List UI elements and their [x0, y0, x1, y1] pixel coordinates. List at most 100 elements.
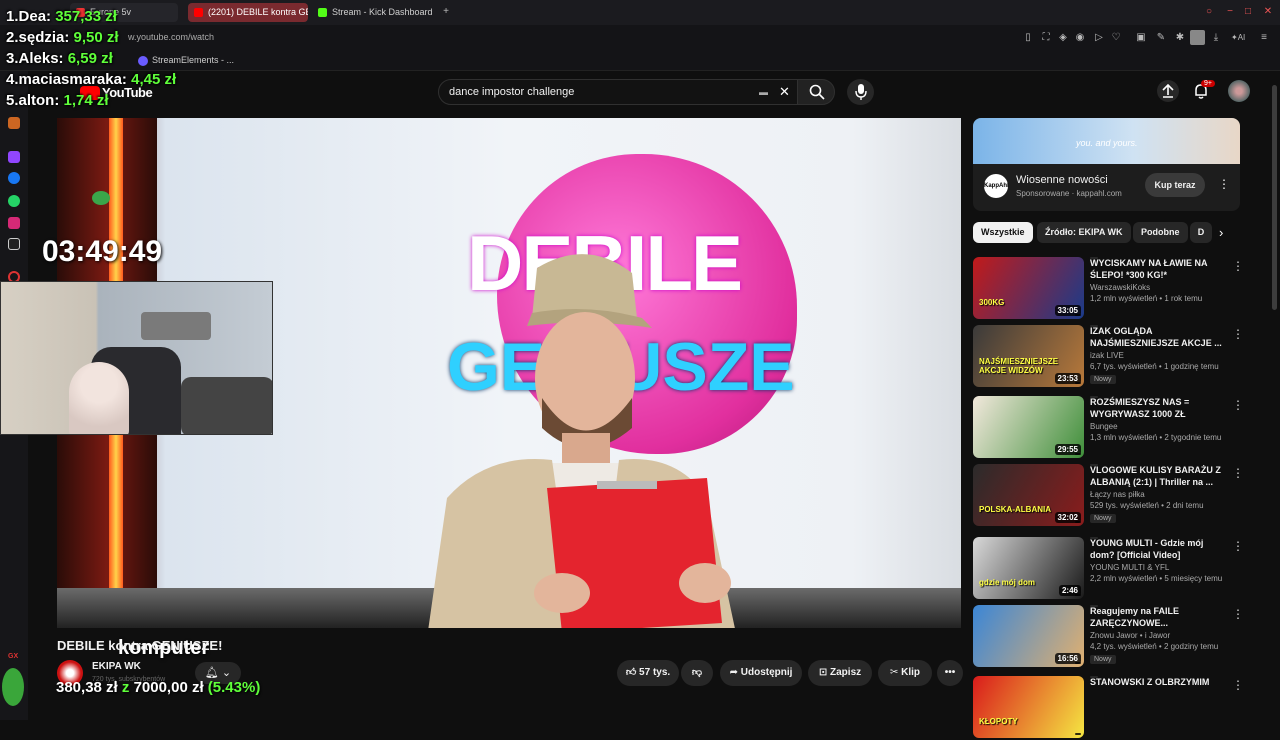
recommendation-item[interactable]: 300KG 33:05 WYCISKAMY NA ŁAWIE NA ŚLEPO! *… — [973, 257, 1248, 321]
messenger-icon[interactable] — [8, 117, 20, 129]
camera-icon[interactable]: ◉ — [1074, 32, 1086, 44]
shield-icon[interactable]: ◈ — [1057, 32, 1069, 44]
more-options-icon[interactable]: ⋮ — [1232, 678, 1244, 692]
channel-name[interactable]: EKIPA WK — [92, 661, 141, 672]
recommendation-title[interactable]: VLOGOWE KULISY BARAŻU Z ALBANIĄ (2:1) | … — [1090, 464, 1225, 488]
ai-icon[interactable]: ✦AI — [1231, 32, 1245, 44]
search-tabs-icon[interactable]: ○ — [1203, 6, 1215, 18]
save-button[interactable]: ⊡ Zapisz — [808, 660, 872, 686]
dislike-button[interactable]: 👎︎ — [681, 660, 713, 686]
recommendation-channel[interactable]: WarszawskiKoks — [1090, 283, 1150, 292]
notifications-button[interactable]: 9+ — [1192, 80, 1215, 100]
more-actions-button[interactable]: ••• — [937, 660, 963, 686]
recommendation-title[interactable]: YOUNG MULTI - Gdzie mój dom? [Official V… — [1090, 537, 1225, 561]
address-bar: w.youtube.com/watch ▯ ⛶ ◈ ◉ ▷ ♡ ▣ ✎ ✱ ⤓ … — [0, 25, 1280, 51]
recommendation-item[interactable]: 16:56 Reagujemy na FAILE ZARĘCZYNOWE... Zn… — [973, 605, 1248, 669]
chip-source[interactable]: Źródło: EKIPA WK — [1037, 222, 1131, 243]
stream-timer: 03:49:49 — [42, 235, 163, 268]
like-button[interactable]: 👍︎ 57 tys. — [617, 660, 679, 686]
recommendation-thumbnail[interactable]: 16:56 — [973, 605, 1084, 667]
voice-search-button[interactable] — [847, 79, 874, 105]
extension-1-icon[interactable]: ▣ — [1135, 32, 1147, 44]
recommendation-item[interactable]: POLSKA-ALBANIA 32:02 VLOGOWE KULISY BARAŻU… — [973, 464, 1248, 528]
recommendation-thumbnail[interactable]: POLSKA-ALBANIA 32:02 — [973, 464, 1084, 526]
upload-button[interactable] — [1157, 80, 1179, 102]
recommendation-channel[interactable]: izak LIVE — [1090, 351, 1124, 360]
browser-tab-3[interactable]: Stream - Kick Dashboard — [312, 3, 437, 22]
recommendation-thumbnail[interactable]: 29:55 — [973, 396, 1084, 458]
search-input[interactable]: dance impostor challenge ▬ ✕ — [438, 79, 798, 105]
leaderboard-row: 1.Dea: 357,33 zł — [6, 8, 117, 25]
page-scrollbar[interactable] — [1272, 85, 1277, 310]
clip-button[interactable]: ✂ Klip — [878, 660, 932, 686]
recommendation-thumbnail[interactable]: KŁOPOTY — [973, 676, 1084, 738]
menu-icon[interactable]: ≡ — [1258, 32, 1270, 44]
recommendation-channel[interactable]: Łączy nas piłka — [1090, 490, 1145, 499]
minimize-icon[interactable]: − — [1224, 6, 1236, 18]
recommendation-thumbnail[interactable]: gdzie mój dom 2:46 — [973, 537, 1084, 599]
more-options-icon[interactable]: ⋮ — [1232, 539, 1244, 553]
search-button[interactable] — [797, 79, 835, 105]
play-icon[interactable]: ▷ — [1093, 32, 1105, 44]
chip-similar[interactable]: Podobne — [1133, 222, 1188, 243]
maximize-icon[interactable]: □ — [1242, 6, 1254, 18]
screenshot-icon[interactable]: ⛶ — [1040, 32, 1052, 44]
recommendation-title[interactable]: Reagujemy na FAILE ZARĘCZYNOWE... — [1090, 605, 1225, 629]
extensions-icon[interactable]: ✱ — [1174, 32, 1186, 44]
ad-banner-image[interactable]: you. and yours. — [973, 118, 1240, 164]
extension-2-icon[interactable]: ✎ — [1155, 32, 1167, 44]
instagram-icon[interactable] — [8, 217, 20, 229]
recommendation-thumbnail[interactable]: 300KG 33:05 — [973, 257, 1084, 319]
recommendation-channel[interactable]: YOUNG MULTI & YFL — [1090, 563, 1169, 572]
ad-more-icon[interactable]: ⋮ — [1218, 177, 1230, 191]
more-options-icon[interactable]: ⋮ — [1232, 398, 1244, 412]
webcam-shelf — [141, 312, 211, 340]
bell-icon: 🔔︎ ⌄ — [204, 667, 232, 679]
chips-next-icon[interactable]: › — [1219, 225, 1223, 240]
recommendation-title[interactable]: STANOWSKI Z OLBRZYMIM — [1090, 676, 1225, 688]
profile-avatar[interactable] — [1190, 30, 1205, 45]
bookmarks-bar: StreamElements - ... — [0, 51, 1280, 71]
recommendation-title[interactable]: IZAK OGLĄDA NAJŚMIESZNIEJSZE AKCJE ... — [1090, 325, 1225, 349]
clear-search-icon[interactable]: ✕ — [779, 80, 790, 104]
browser-tab-2-active[interactable]: (2201) DEBILE kontra GEN — [188, 3, 308, 22]
kick-favicon-icon — [318, 8, 327, 17]
account-avatar[interactable] — [1228, 80, 1250, 102]
download-icon[interactable]: ⤓ — [1210, 32, 1222, 44]
tiktok-icon[interactable] — [8, 238, 20, 250]
ad-title[interactable]: Wiosenne nowości — [1016, 174, 1108, 186]
recommendation-title[interactable]: ROZŚMIESZYSZ NAS = WYGRYWASZ 1000 ZŁ — [1090, 396, 1225, 420]
chip-more[interactable]: D — [1190, 222, 1212, 243]
thumbnail-text: POLSKA-ALBANIA — [979, 505, 1051, 514]
bookmark-icon[interactable]: ▯ — [1022, 32, 1034, 44]
recommendation-item[interactable]: KŁOPOTY STANOWSKI Z OLBRZYMIM ⋮ — [973, 676, 1248, 740]
more-options-icon[interactable]: ⋮ — [1232, 607, 1244, 621]
heart-icon[interactable]: ♡ — [1110, 32, 1122, 44]
more-options-icon[interactable]: ⋮ — [1232, 327, 1244, 341]
recommendation-meta: 6,7 tys. wyświetleń • 1 godzinę temu — [1090, 362, 1219, 371]
thumbnail-text: gdzie mój dom — [979, 578, 1035, 587]
more-options-icon[interactable]: ⋮ — [1232, 259, 1244, 273]
chip-all[interactable]: Wszystkie — [973, 222, 1033, 243]
new-badge — [1090, 605, 1098, 607]
recommendation-channel[interactable]: Bungee — [1090, 422, 1118, 431]
recommendation-title[interactable]: WYCISKAMY NA ŁAWIE NA ŚLEPO! *300 KG!* — [1090, 257, 1225, 281]
webcam-bed — [181, 377, 272, 434]
whatsapp-icon[interactable] — [8, 195, 20, 207]
video-duration: 29:55 — [1054, 444, 1081, 455]
tab-label: Stream - Kick Dashboard — [332, 7, 433, 17]
recommendation-item[interactable]: 29:55 ROZŚMIESZYSZ NAS = WYGRYWASZ 1000 Z… — [973, 396, 1248, 460]
thumbnail-text: KŁOPOTY — [979, 717, 1018, 726]
recommendation-channel[interactable]: Znowu Jawor • i Jawor — [1090, 631, 1170, 640]
ad-cta-button[interactable]: Kup teraz — [1145, 173, 1205, 197]
close-window-icon[interactable]: ✕ — [1262, 6, 1274, 18]
recommendation-item[interactable]: gdzie mój dom 2:46 YOUNG MULTI - Gdzie mój… — [973, 537, 1248, 601]
facebook-messenger-icon[interactable] — [8, 172, 20, 184]
recommendation-thumbnail[interactable]: NAJŚMIESZNIEJSZE AKCJE WIDZÓW 23:53 — [973, 325, 1084, 387]
recommendation-item[interactable]: NAJŚMIESZNIEJSZE AKCJE WIDZÓW 23:53 IZAK O… — [973, 325, 1248, 389]
new-tab-icon[interactable]: + — [440, 6, 452, 18]
keyboard-icon[interactable]: ▬ — [759, 80, 768, 104]
twitch-icon[interactable] — [8, 151, 20, 163]
share-button[interactable]: ➦ Udostępnij — [720, 660, 802, 686]
more-options-icon[interactable]: ⋮ — [1232, 466, 1244, 480]
